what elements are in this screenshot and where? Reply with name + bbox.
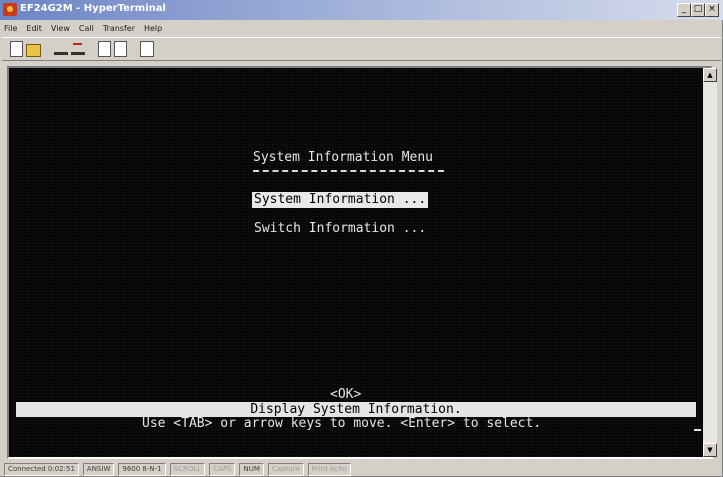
menu-edit[interactable]: Edit — [26, 22, 42, 35]
status-bar: Connected 0:02:51 ANSIW 9600 8-N-1 SCROL… — [0, 462, 723, 477]
toolbar — [2, 37, 721, 61]
status-capture: Capture — [267, 463, 304, 476]
menu-call[interactable]: Call — [79, 22, 94, 35]
terminal-cursor — [694, 429, 701, 431]
terminal-status-text: Display System Information. — [250, 402, 462, 417]
hangup-icon[interactable] — [71, 43, 85, 55]
properties-icon[interactable] — [140, 41, 154, 57]
menu-bar: File Edit View Call Transfer Help — [0, 22, 723, 35]
status-scroll: SCROLL — [169, 463, 206, 476]
window-controls: _ □ × — [677, 3, 719, 17]
minimize-button[interactable]: _ — [677, 3, 691, 17]
menu-transfer[interactable]: Transfer — [103, 22, 135, 35]
menu-title: System Information Menu — [253, 150, 434, 165]
window-title: EF24G2M - HyperTerminal — [20, 3, 166, 14]
terminal-status-band: Display System Information. — [16, 402, 696, 417]
receive-icon[interactable] — [114, 41, 127, 57]
toolbar-separator — [130, 42, 140, 56]
send-icon[interactable] — [98, 41, 111, 57]
menu-help[interactable]: Help — [144, 22, 162, 35]
status-print-echo: Print echo — [307, 463, 351, 476]
hyperterminal-window: EF24G2M - HyperTerminal _ □ × File Edit … — [0, 0, 723, 477]
ok-button[interactable]: <OK> — [330, 387, 361, 403]
terminal-screen[interactable]: System Information Menu System Informati… — [10, 68, 702, 457]
open-icon[interactable] — [26, 43, 41, 57]
new-icon[interactable] — [10, 41, 23, 57]
scroll-up-button[interactable]: ▲ — [703, 68, 717, 82]
menu-file[interactable]: File — [4, 22, 17, 35]
option-system-information[interactable]: System Information ... — [252, 192, 429, 208]
status-caps: CAPS — [209, 463, 236, 476]
status-connected: Connected 0:02:51 — [4, 463, 79, 476]
status-emulation: ANSIW — [82, 463, 115, 476]
close-button[interactable]: × — [705, 3, 719, 17]
hyperterminal-app-icon[interactable] — [3, 3, 17, 16]
status-num: NUM — [239, 463, 264, 476]
toolbar-separator — [88, 42, 98, 56]
scroll-down-button[interactable]: ▼ — [703, 443, 717, 457]
phone-icon[interactable] — [54, 43, 68, 55]
toolbar-separator — [44, 42, 54, 56]
terminal-help-text: Use <TAB> or arrow keys to move. <Enter>… — [142, 416, 542, 431]
title-underline — [253, 170, 444, 172]
status-settings: 9600 8-N-1 — [118, 463, 166, 476]
maximize-button[interactable]: □ — [691, 3, 705, 17]
option-switch-information[interactable]: Switch Information ... — [254, 221, 426, 237]
title-bar[interactable]: EF24G2M - HyperTerminal _ □ × — [0, 0, 723, 20]
menu-view[interactable]: View — [51, 22, 70, 35]
vertical-scrollbar[interactable]: ▲ ▼ — [703, 68, 717, 457]
